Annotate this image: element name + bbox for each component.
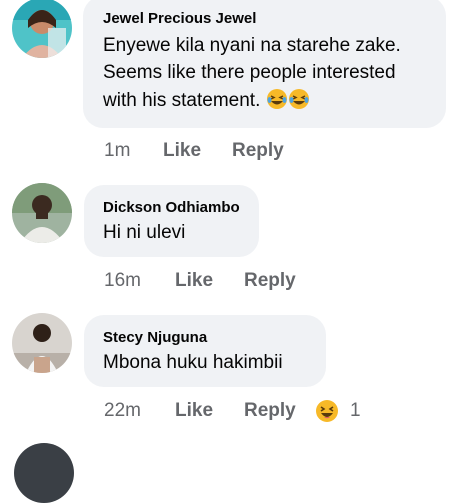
reaction-count[interactable]: 1 [350,400,361,422]
avatar-next[interactable] [14,443,74,503]
comment-text-1-line-1: Enyewe kila nyani na starehe zake. [103,35,401,56]
comment-author-3[interactable]: Stecy Njuguna [103,329,207,346]
laughing-tears-icon [266,88,288,119]
like-button-3[interactable]: Like [175,400,213,422]
avatar-dickson[interactable] [12,183,72,243]
laughing-reaction-icon[interactable] [315,399,339,423]
like-button-1[interactable]: Like [163,140,201,162]
comment-time-1[interactable]: 1m [104,140,130,162]
comment-author-1[interactable]: Jewel Precious Jewel [103,10,256,27]
comment-text-1-line-2: Seems like there people interested [103,62,396,83]
avatar-stecy[interactable] [12,313,72,373]
comment-author-2[interactable]: Dickson Odhiambo [103,199,240,216]
reply-button-3[interactable]: Reply [244,400,296,422]
comment-time-3[interactable]: 22m [104,400,141,422]
comment-text-1-line-3-row: with his statement. [103,86,310,119]
avatar-jewel[interactable] [12,0,72,58]
user-avatar-icon [12,313,72,373]
comment-text-2: Hi ni ulevi [103,222,186,243]
laughing-tears-icon [288,88,310,119]
like-button-2[interactable]: Like [175,270,213,292]
comment-text-3: Mbona huku hakimbii [103,352,283,373]
reply-button-1[interactable]: Reply [232,140,284,162]
reply-button-2[interactable]: Reply [244,270,296,292]
user-avatar-icon [14,443,74,503]
comment-time-2[interactable]: 16m [104,270,141,292]
user-avatar-icon [12,183,72,243]
comment-text-1-line-3: with his statement. [103,90,261,111]
user-avatar-icon [12,0,72,58]
